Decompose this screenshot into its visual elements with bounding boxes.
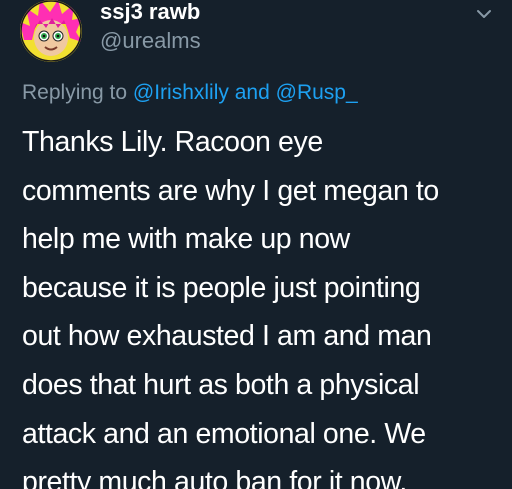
tweet-body: Thanks Lily. Racoon eye comments are why… — [22, 118, 492, 489]
tweet-line: pretty much auto ban for it now. — [22, 466, 407, 489]
chevron-down-icon — [477, 10, 491, 18]
avatar-illustration-icon — [20, 0, 82, 62]
user-handle[interactable]: @urealms — [100, 29, 201, 53]
tweet-card: ssj3 rawb @urealms Replying to @Irishxli… — [0, 0, 512, 489]
tweet-line: Thanks Lily. Racoon eye — [22, 126, 323, 158]
replying-to-context: Replying to @Irishxlily and @Rusp_ — [22, 80, 358, 106]
tweet-line: comments are why I get megan to — [22, 174, 439, 207]
mention-link-rusp[interactable]: @Rusp_ — [276, 81, 358, 104]
avatar[interactable] — [20, 0, 82, 62]
display-name[interactable]: ssj3 rawb — [100, 0, 200, 24]
tweet-line: help me with make up now — [22, 223, 350, 256]
replying-conjunction: and — [234, 81, 270, 104]
tweet-line: attack and an emotional one. We — [22, 417, 426, 450]
tweet-line: does that hurt as both a physical — [22, 368, 420, 401]
replying-prefix: Replying to — [22, 81, 128, 104]
tweet-line: out how exhausted I am and man — [22, 320, 432, 353]
tweet-line: because it is people just pointing — [22, 271, 421, 304]
more-options-button[interactable] — [470, 2, 498, 26]
mention-link-irishxlily[interactable]: @Irishxlily — [133, 81, 229, 104]
